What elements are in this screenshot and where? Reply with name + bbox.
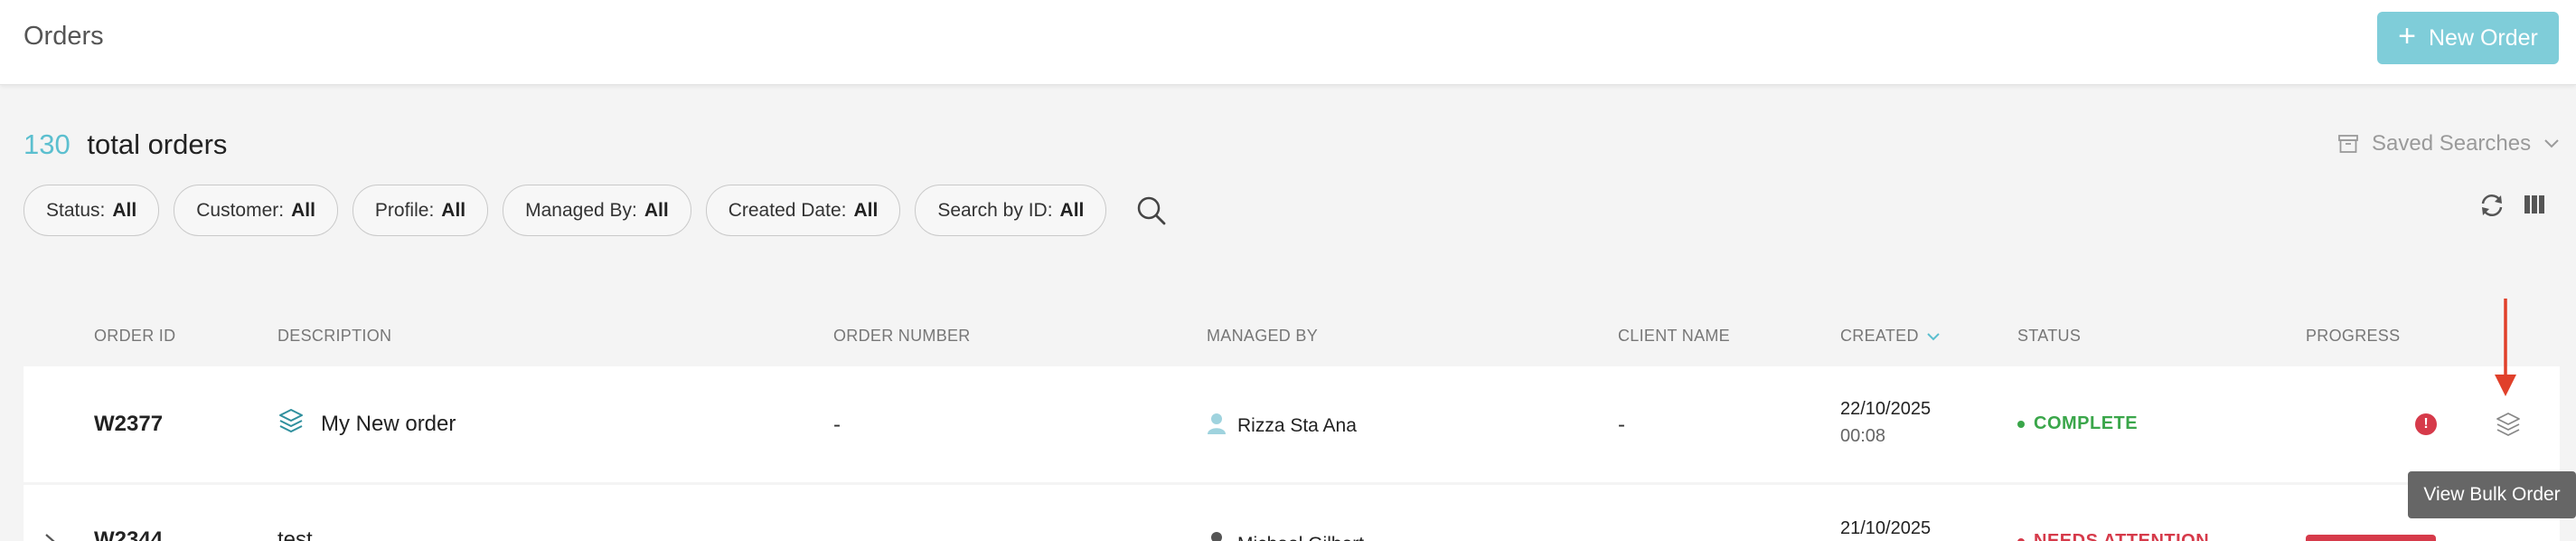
- created-date: 22/10/2025: [1840, 399, 1932, 419]
- status-badge: NEEDS ATTENTION: [2017, 531, 2209, 541]
- tooltip: View Bulk Order: [2408, 471, 2576, 518]
- status-dot: [2017, 420, 2025, 428]
- refresh-icon[interactable]: [2478, 193, 2505, 223]
- view-bulk-order-icon[interactable]: [2495, 411, 2522, 442]
- sort-chevron-down-icon: [1926, 327, 1941, 346]
- managed-by-name: Rizza Sta Ana: [1237, 415, 1357, 436]
- table-row[interactable]: W2344 test Michael Gilbert 21/10/2025 NE…: [24, 485, 2560, 541]
- managed-by-cell: Rizza Sta Ana: [1207, 412, 1357, 441]
- client-name: -: [1618, 413, 1625, 437]
- created-time: 00:08: [1840, 426, 1886, 446]
- filter-status[interactable]: Status: All: [24, 185, 160, 236]
- managed-by-cell: Michael Gilbert: [1207, 530, 1364, 541]
- filter-key: Customer:: [196, 199, 285, 221]
- table-row[interactable]: W2377 My New order - Rizza Sta Ana - 22/…: [24, 366, 2560, 482]
- status-text: COMPLETE: [2034, 413, 2139, 433]
- filter-customer[interactable]: Customer: All: [174, 185, 338, 236]
- column-header-created-label: CREATED: [1840, 327, 1919, 345]
- filter-value: All: [644, 199, 669, 221]
- plus-icon: +: [2398, 19, 2416, 53]
- layers-icon: [277, 407, 305, 441]
- progress-indicator: [2306, 535, 2436, 541]
- filter-key: Managed By:: [525, 199, 637, 221]
- column-header-client-name[interactable]: CLIENT NAME: [1618, 327, 1730, 346]
- page-title: Orders: [24, 22, 104, 51]
- filter-profile[interactable]: Profile: All: [352, 185, 489, 236]
- filter-value: All: [441, 199, 466, 221]
- top-bar: Orders + New Order: [0, 0, 2576, 85]
- status-dot: [2017, 537, 2025, 541]
- archive-icon: [2337, 134, 2359, 154]
- column-header-created[interactable]: CREATED: [1840, 327, 1941, 346]
- created-date: 21/10/2025: [1840, 518, 1932, 538]
- description-cell: My New order: [277, 407, 456, 441]
- column-header-status[interactable]: STATUS: [2017, 327, 2081, 346]
- filter-value: All: [291, 199, 315, 221]
- created-cell: 21/10/2025: [1840, 515, 1931, 541]
- filter-key: Search by ID:: [937, 199, 1053, 221]
- filter-value: All: [853, 199, 879, 221]
- filter-key: Status:: [46, 199, 106, 221]
- order-number: -: [833, 413, 841, 437]
- columns-icon[interactable]: [2524, 194, 2545, 220]
- status-badge: COMPLETE: [2017, 413, 2138, 434]
- saved-searches-label: Saved Searches: [2372, 131, 2532, 156]
- search-icon[interactable]: [1133, 193, 1170, 229]
- alert-icon[interactable]: !: [2415, 413, 2437, 435]
- orders-count-label: total orders: [87, 128, 228, 160]
- filter-created-date[interactable]: Created Date: All: [705, 185, 901, 236]
- column-header-progress[interactable]: PROGRESS: [2306, 327, 2400, 346]
- orders-summary: 130 total orders: [24, 128, 227, 161]
- annotation-arrow-icon: [2492, 299, 2519, 403]
- column-header-managed-by[interactable]: MANAGED BY: [1207, 327, 1318, 346]
- description-text: My New order: [321, 411, 456, 436]
- saved-searches-dropdown[interactable]: Saved Searches: [2337, 131, 2560, 157]
- column-header-order-id[interactable]: ORDER ID: [94, 327, 175, 346]
- new-order-label: New Order: [2428, 24, 2538, 51]
- expand-chevron-icon[interactable]: [43, 532, 56, 541]
- filter-bar: Status: All Customer: All Profile: All Mana…: [24, 185, 1170, 236]
- order-id[interactable]: W2344: [94, 527, 163, 541]
- description-text: test: [277, 527, 313, 541]
- filter-managed-by[interactable]: Managed By: All: [503, 185, 691, 236]
- chevron-down-icon: [2543, 138, 2560, 149]
- filter-value: All: [1059, 199, 1085, 221]
- filter-value: All: [112, 199, 137, 221]
- column-header-order-number[interactable]: ORDER NUMBER: [833, 327, 971, 346]
- user-icon: [1207, 412, 1227, 441]
- filter-key: Profile:: [374, 199, 435, 221]
- new-order-button[interactable]: + New Order: [2377, 12, 2559, 64]
- order-id[interactable]: W2377: [94, 412, 163, 437]
- description-cell: test: [277, 527, 313, 541]
- status-text: NEEDS ATTENTION: [2034, 531, 2210, 541]
- filter-search-by-id[interactable]: Search by ID: All: [915, 185, 1107, 236]
- user-icon: [1207, 530, 1227, 541]
- managed-by-name: Michael Gilbert: [1237, 534, 1364, 541]
- created-cell: 22/10/2025 00:08: [1840, 395, 1931, 450]
- orders-count: 130: [24, 128, 71, 160]
- filter-key: Created Date:: [728, 199, 847, 221]
- column-header-description[interactable]: DESCRIPTION: [277, 327, 391, 346]
